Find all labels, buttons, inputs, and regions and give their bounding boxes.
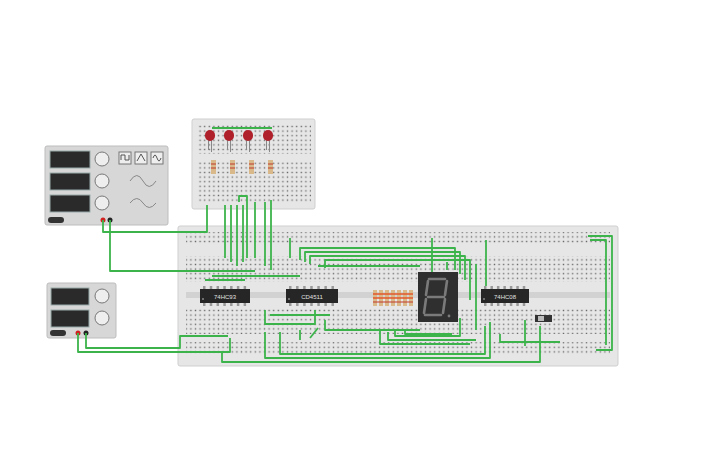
triangle-wave-icon[interactable] <box>137 154 145 161</box>
function-generator[interactable] <box>45 146 168 225</box>
small-breadboard <box>192 119 315 209</box>
wires <box>78 128 612 362</box>
circuit-canvas: 74HC93 CD4511 74HC08 <box>0 0 725 453</box>
ic-chip[interactable]: 74HC93 <box>200 286 250 306</box>
chip-label: 74HC93 <box>214 294 237 300</box>
chip-label: 74HC08 <box>494 294 517 300</box>
ic-chip[interactable]: CD4511 <box>286 286 338 306</box>
seven-segment-display <box>418 272 458 322</box>
ic-chip[interactable]: 74HC08 <box>481 286 529 306</box>
circuit-diagram: 74HC93 CD4511 74HC08 <box>0 0 725 453</box>
square-wave-icon[interactable] <box>121 155 129 160</box>
led-resistors <box>211 160 273 174</box>
power-supply[interactable] <box>47 283 116 338</box>
resistor-array <box>373 290 413 306</box>
slide-switch[interactable] <box>535 315 552 322</box>
led <box>243 130 253 152</box>
switch-knob[interactable] <box>538 316 544 321</box>
main-breadboard <box>178 226 618 366</box>
led <box>205 130 215 152</box>
chip-label: CD4511 <box>301 294 323 300</box>
segments <box>424 279 450 317</box>
led <box>263 130 273 152</box>
led <box>224 130 234 152</box>
sine-wave-icon[interactable] <box>153 155 161 161</box>
